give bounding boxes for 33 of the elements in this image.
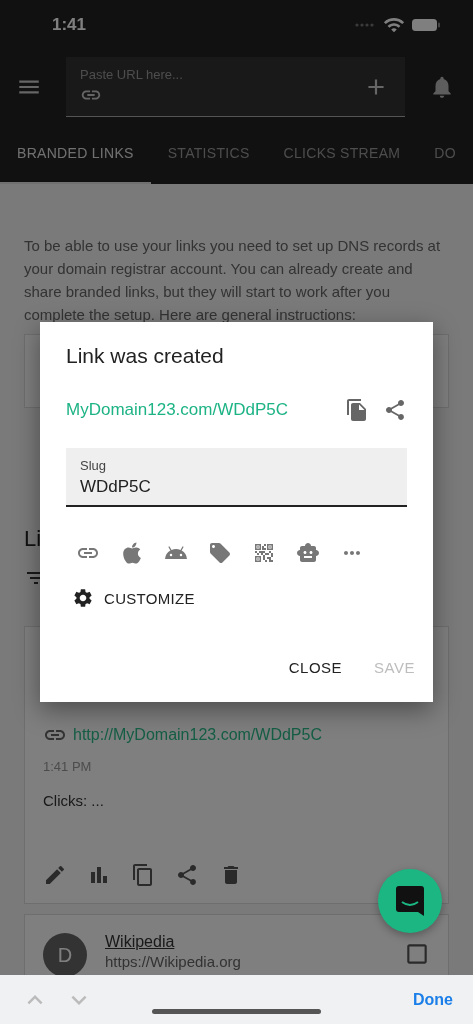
slug-field[interactable]: Slug WDdP5C <box>66 448 407 507</box>
apple-icon[interactable] <box>120 541 144 565</box>
robot-icon[interactable] <box>296 541 320 565</box>
short-link[interactable]: MyDomain123.com/WDdP5C <box>66 400 331 420</box>
copy-icon[interactable] <box>131 863 155 887</box>
edit-icon[interactable] <box>43 863 67 887</box>
slug-input[interactable]: WDdP5C <box>80 477 393 497</box>
notice-text: To be able to use your links you need to set up DNS records at your domain registrar account. You can already create and share branded links, but they will start to work after you complete the setup. Here are general instructions: <box>24 236 442 325</box>
tab[interactable]: DO <box>417 124 456 184</box>
share-icon[interactable] <box>175 863 199 887</box>
tab[interactable]: STATISTICS <box>150 124 267 184</box>
settings-icon <box>72 587 94 609</box>
section-heading: Li <box>24 526 43 552</box>
site-url: https://Wikipedia.org <box>105 953 242 970</box>
chat-icon <box>395 885 425 917</box>
avatar: D <box>43 933 87 975</box>
link-url[interactable]: http://MyDomain123.com/WDdP5C <box>73 726 322 744</box>
qr-code-icon[interactable] <box>252 541 276 565</box>
site-title[interactable]: Wikipedia <box>105 933 175 951</box>
dialog-button[interactable]: CLOSE <box>276 651 355 684</box>
share-icon[interactable] <box>383 398 407 422</box>
battery-icon <box>411 18 441 32</box>
customize-button[interactable]: CUSTOMIZE <box>66 583 201 613</box>
checkbox[interactable] <box>404 941 430 967</box>
done-button[interactable]: Done <box>413 990 453 1009</box>
dialog-title: Link was created <box>66 344 225 368</box>
copy-icon[interactable] <box>345 398 369 422</box>
status-time: 1:41 <box>52 15 87 35</box>
tab[interactable]: CLICKS STREAM <box>266 124 418 184</box>
tag-icon[interactable] <box>208 541 232 565</box>
tab[interactable]: BRANDED LINKS <box>0 124 151 184</box>
slug-label: Slug <box>80 458 108 473</box>
clicks-count: Clicks: ... <box>43 792 105 809</box>
